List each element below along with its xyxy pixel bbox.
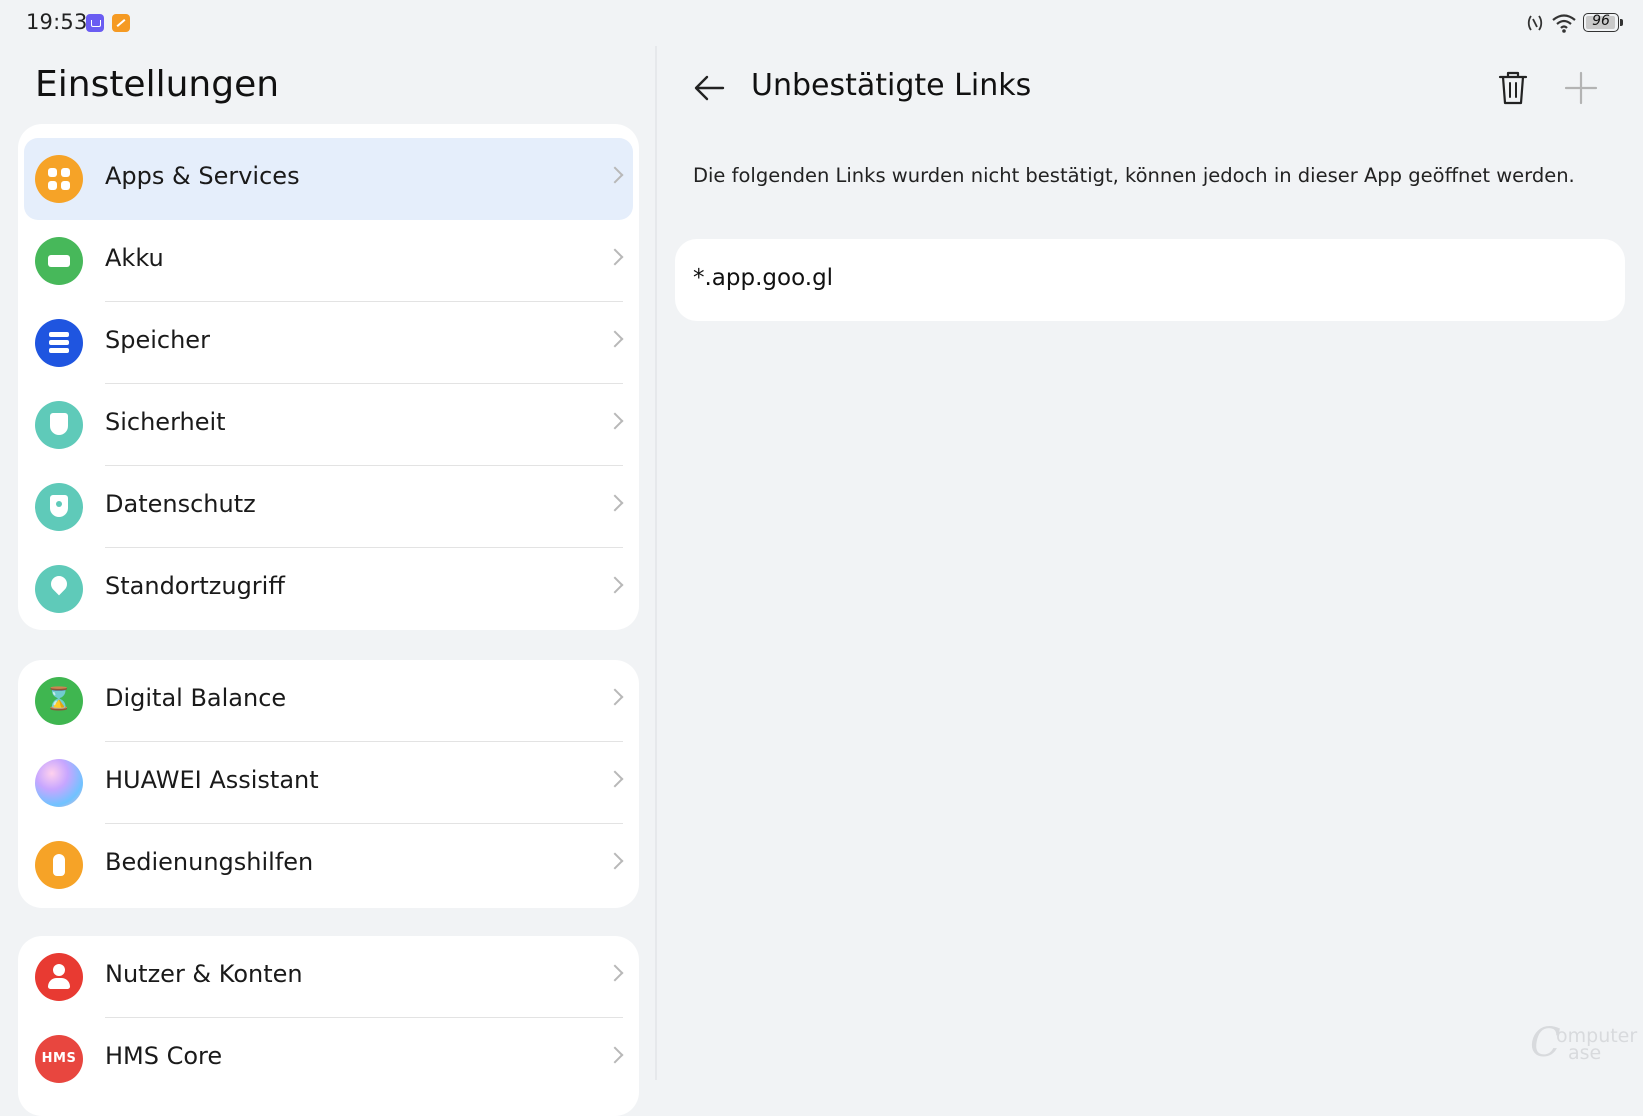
apps-icon bbox=[35, 155, 83, 203]
settings-item-label: Nutzer & Konten bbox=[105, 960, 303, 988]
settings-item-akku[interactable]: Akku bbox=[18, 220, 639, 302]
settings-item-label: Apps & Services bbox=[105, 162, 300, 190]
wifi-icon bbox=[1552, 14, 1576, 33]
location-pin-icon bbox=[35, 565, 83, 613]
description-text: Die folgenden Links wurden nicht bestäti… bbox=[693, 164, 1575, 187]
detail-pane: Unbestätigte Links Die folgenden Links w… bbox=[657, 46, 1643, 1080]
settings-item-nutzer-konten[interactable]: Nutzer & Konten bbox=[18, 936, 639, 1018]
settings-item-label: Sicherheit bbox=[105, 408, 226, 436]
app-notification-icon bbox=[86, 14, 104, 32]
accessibility-hand-icon bbox=[35, 841, 83, 889]
chevron-right-icon bbox=[606, 494, 624, 512]
settings-item-bedienungshilfen[interactable]: Bedienungshilfen bbox=[18, 824, 639, 906]
chevron-right-icon bbox=[606, 770, 624, 788]
settings-item-label: Akku bbox=[105, 244, 164, 272]
settings-item-apps-services[interactable]: Apps & Services bbox=[24, 138, 633, 220]
battery-cap bbox=[1620, 19, 1623, 26]
chevron-right-icon bbox=[606, 688, 624, 706]
settings-item-speicher[interactable]: Speicher bbox=[18, 302, 639, 384]
nfc-icon bbox=[1527, 15, 1543, 31]
battery-icon: 96 bbox=[1583, 13, 1619, 32]
trash-icon[interactable] bbox=[1495, 68, 1531, 108]
page-title: Einstellungen bbox=[35, 64, 280, 105]
hms-icon: HMS bbox=[35, 1035, 83, 1083]
status-bar: 19:53 96 bbox=[0, 0, 1643, 46]
back-arrow-icon[interactable] bbox=[689, 68, 729, 108]
assistant-orb-icon bbox=[35, 759, 83, 807]
app-notification-icon bbox=[112, 14, 130, 32]
chevron-right-icon bbox=[606, 330, 624, 348]
chevron-right-icon bbox=[606, 412, 624, 430]
settings-item-huawei-assistant[interactable]: HUAWEI Assistant bbox=[18, 742, 639, 824]
settings-item-standortzugriff[interactable]: Standortzugriff bbox=[18, 548, 639, 630]
settings-group-2: Digital Balance HUAWEI Assistant Bedienu… bbox=[18, 660, 639, 908]
user-icon bbox=[35, 953, 83, 1001]
chevron-right-icon bbox=[606, 1046, 624, 1064]
battery-icon bbox=[35, 237, 83, 285]
settings-group-3: Nutzer & Konten HMS HMS Core bbox=[18, 936, 639, 1116]
settings-item-label: Digital Balance bbox=[105, 684, 287, 712]
link-domain: *.app.goo.gl bbox=[693, 265, 834, 291]
settings-group-1: Apps & Services Akku Speicher Sicherheit… bbox=[18, 124, 639, 630]
settings-list-pane: Einstellungen Apps & Services Akku Speic… bbox=[0, 46, 655, 1116]
settings-item-label: HUAWEI Assistant bbox=[105, 766, 319, 794]
settings-item-label: Bedienungshilfen bbox=[105, 848, 314, 876]
settings-item-digital-balance[interactable]: Digital Balance bbox=[18, 660, 639, 742]
settings-item-hms-core[interactable]: HMS HMS Core bbox=[18, 1018, 639, 1100]
chevron-right-icon bbox=[606, 166, 624, 184]
settings-item-datenschutz[interactable]: Datenschutz bbox=[18, 466, 639, 548]
shield-check-icon bbox=[35, 401, 83, 449]
chevron-right-icon bbox=[606, 576, 624, 594]
settings-item-label: HMS Core bbox=[105, 1042, 223, 1070]
hourglass-icon bbox=[35, 677, 83, 725]
chevron-right-icon bbox=[606, 964, 624, 982]
add-icon[interactable] bbox=[1563, 70, 1599, 106]
battery-level-text: 96 bbox=[1592, 13, 1610, 29]
privacy-shield-icon bbox=[35, 483, 83, 531]
detail-title: Unbestätigte Links bbox=[751, 68, 1032, 103]
storage-icon bbox=[35, 319, 83, 367]
watermark-logo: C omputer ase bbox=[1530, 1020, 1638, 1066]
settings-item-sicherheit[interactable]: Sicherheit bbox=[18, 384, 639, 466]
settings-item-label: Datenschutz bbox=[105, 490, 256, 518]
chevron-right-icon bbox=[606, 248, 624, 266]
settings-item-label: Standortzugriff bbox=[105, 572, 285, 600]
settings-item-label: Speicher bbox=[105, 326, 210, 354]
link-list-item[interactable]: *.app.goo.gl bbox=[675, 239, 1625, 321]
chevron-right-icon bbox=[606, 852, 624, 870]
status-time: 19:53 bbox=[26, 10, 88, 34]
